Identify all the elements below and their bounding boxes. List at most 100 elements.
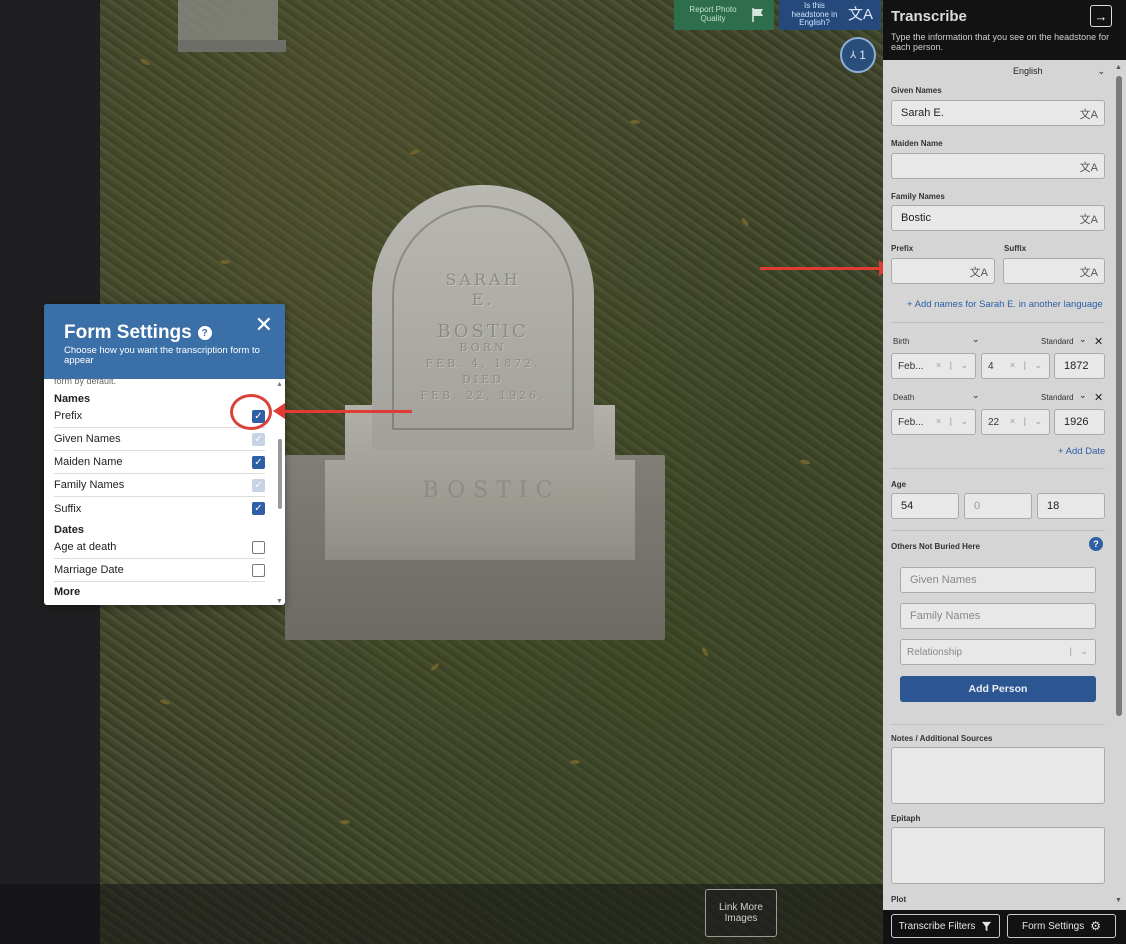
maiden-name-checkbox[interactable]: ✓: [252, 455, 265, 469]
translate-icon[interactable]: 文A: [1080, 106, 1098, 122]
age-days-input[interactable]: 18: [1037, 493, 1105, 519]
scrollbar-thumb[interactable]: [278, 439, 282, 509]
setting-label: Maiden Name: [54, 456, 123, 468]
setting-label: Prefix: [54, 410, 83, 422]
help-icon[interactable]: ?: [1089, 537, 1103, 551]
chevron-down-icon[interactable]: ⌄: [1079, 334, 1087, 345]
suffix-input[interactable]: 文A: [1003, 258, 1105, 284]
divider: [891, 724, 1105, 725]
help-icon[interactable]: ?: [197, 326, 212, 340]
relationship-select[interactable]: Relationship | ⌄: [900, 639, 1096, 665]
scroll-down-icon[interactable]: ▼: [276, 598, 283, 605]
family-names-value: Bostic: [901, 212, 931, 224]
form-settings-title-row: Form Settings ?: [64, 322, 265, 344]
death-day-select[interactable]: 22 × | ⌄: [981, 409, 1050, 435]
scroll-down-icon[interactable]: ▼: [1115, 897, 1122, 904]
people-count-badge[interactable]: ⅄ 1: [840, 37, 876, 73]
given-names-input[interactable]: Sarah E. 文A: [891, 100, 1105, 126]
plot-label: Plot: [891, 895, 907, 904]
transcribe-form: English ⌄ Given Names Sarah E. 文A Maiden…: [883, 60, 1113, 910]
marriage-date-checkbox[interactable]: [252, 563, 265, 577]
setting-row-maiden-name[interactable]: Maiden Name ✓: [54, 451, 265, 474]
birth-day-value: 4: [988, 360, 994, 372]
suffix-checkbox[interactable]: ✓: [252, 502, 265, 515]
translate-icon: 文A: [847, 5, 873, 23]
birth-day-select[interactable]: 4 × | ⌄: [981, 353, 1050, 379]
form-settings-button[interactable]: Form Settings ⚙: [1007, 914, 1116, 938]
birth-year-input[interactable]: 1872: [1054, 353, 1105, 379]
others-family-names-placeholder: Family Names: [910, 610, 981, 622]
birth-month-select[interactable]: Feb... × | ⌄: [891, 353, 976, 379]
death-date-type[interactable]: Standard: [1041, 393, 1073, 402]
setting-row-given-names[interactable]: Given Names ✓: [54, 428, 265, 451]
arrow-head-left: [273, 403, 285, 419]
is-headstone-english-button[interactable]: Is this headstone in English? 文A: [779, 0, 881, 30]
report-photo-quality-button[interactable]: Report Photo Quality: [674, 0, 774, 30]
maiden-name-input[interactable]: 文A: [891, 153, 1105, 179]
chevron-down-icon[interactable]: ⌄: [1079, 390, 1087, 401]
exit-icon[interactable]: →: [1090, 5, 1112, 27]
transcribe-filters-button[interactable]: Transcribe Filters: [891, 914, 1000, 938]
setting-row-marriage-date[interactable]: Marriage Date: [54, 559, 265, 582]
annotation-arrow-right: [760, 267, 880, 270]
notes-label: Notes / Additional Sources: [891, 734, 993, 743]
add-person-button[interactable]: Add Person: [900, 676, 1096, 702]
epitaph-textarea[interactable]: [891, 827, 1105, 884]
age-months-input[interactable]: 0: [964, 493, 1032, 519]
clear-and-chevron-icon[interactable]: × | ⌄: [1010, 360, 1045, 371]
transcribe-scrollbar[interactable]: ▲ ▼: [1115, 64, 1123, 904]
scroll-up-icon[interactable]: ▲: [1115, 64, 1122, 71]
suffix-label: Suffix: [1004, 244, 1027, 253]
setting-label: Family Names: [54, 479, 125, 491]
translate-icon[interactable]: 文A: [970, 264, 988, 280]
is-headstone-english-label: Is this headstone in English?: [791, 0, 838, 28]
family-names-checkbox: ✓: [252, 478, 265, 492]
clear-and-chevron-icon[interactable]: × | ⌄: [1010, 416, 1045, 427]
family-names-label: Family Names: [891, 192, 945, 201]
divider: [891, 322, 1105, 323]
maiden-name-label: Maiden Name: [891, 139, 943, 148]
chevron-down-icon[interactable]: ⌄: [972, 390, 980, 401]
others-family-names-input[interactable]: Family Names: [900, 603, 1096, 629]
annotation-arrow-left: [282, 410, 412, 413]
form-settings-header: Form Settings ? Choose how you want the …: [44, 304, 285, 379]
remove-death-icon[interactable]: ✕: [1094, 391, 1103, 404]
language-select[interactable]: English ⌄: [1013, 66, 1105, 77]
notes-textarea[interactable]: [891, 747, 1105, 804]
translate-icon[interactable]: 文A: [1080, 211, 1098, 227]
setting-row-family-names[interactable]: Family Names ✓: [54, 474, 265, 497]
others-given-names-placeholder: Given Names: [910, 574, 977, 586]
setting-label: Given Names: [54, 433, 121, 445]
death-year-value: 1926: [1064, 416, 1089, 428]
chevron-down-icon[interactable]: ⌄: [972, 334, 980, 345]
close-icon[interactable]: ✕: [255, 314, 273, 336]
age-days-value: 18: [1047, 500, 1060, 512]
leaf: [630, 120, 640, 124]
age-at-death-checkbox[interactable]: [252, 540, 265, 554]
prefix-input[interactable]: 文A: [891, 258, 995, 284]
death-month-select[interactable]: Feb... × | ⌄: [891, 409, 976, 435]
death-label: Death: [893, 393, 915, 402]
add-date-link[interactable]: + Add Date: [1058, 446, 1105, 457]
translate-icon[interactable]: 文A: [1080, 264, 1098, 280]
clear-and-chevron-icon[interactable]: × | ⌄: [936, 360, 971, 371]
scrollbar-thumb[interactable]: [1116, 76, 1122, 716]
setting-row-suffix[interactable]: Suffix ✓: [54, 497, 265, 520]
clear-and-chevron-icon[interactable]: × | ⌄: [936, 416, 971, 427]
birth-label: Birth: [893, 337, 910, 346]
remove-birth-icon[interactable]: ✕: [1094, 335, 1103, 348]
form-settings-cut-text: form by default.: [54, 379, 117, 386]
chevron-down-icon[interactable]: | ⌄: [1070, 646, 1091, 657]
death-year-input[interactable]: 1926: [1054, 409, 1105, 435]
others-given-names-input[interactable]: Given Names: [900, 567, 1096, 593]
translate-icon[interactable]: 文A: [1080, 159, 1098, 175]
relationship-placeholder: Relationship: [907, 646, 963, 658]
link-more-images-button[interactable]: Link More Images: [705, 889, 777, 937]
scroll-up-icon[interactable]: ▲: [276, 381, 283, 388]
setting-row-age-at-death[interactable]: Age at death: [54, 536, 265, 559]
death-day-value: 22: [988, 416, 1000, 428]
age-years-input[interactable]: 54: [891, 493, 959, 519]
family-names-input[interactable]: Bostic 文A: [891, 205, 1105, 231]
birth-date-type[interactable]: Standard: [1041, 337, 1073, 346]
add-names-language-link[interactable]: + Add names for Sarah E. in another lang…: [907, 299, 1103, 310]
